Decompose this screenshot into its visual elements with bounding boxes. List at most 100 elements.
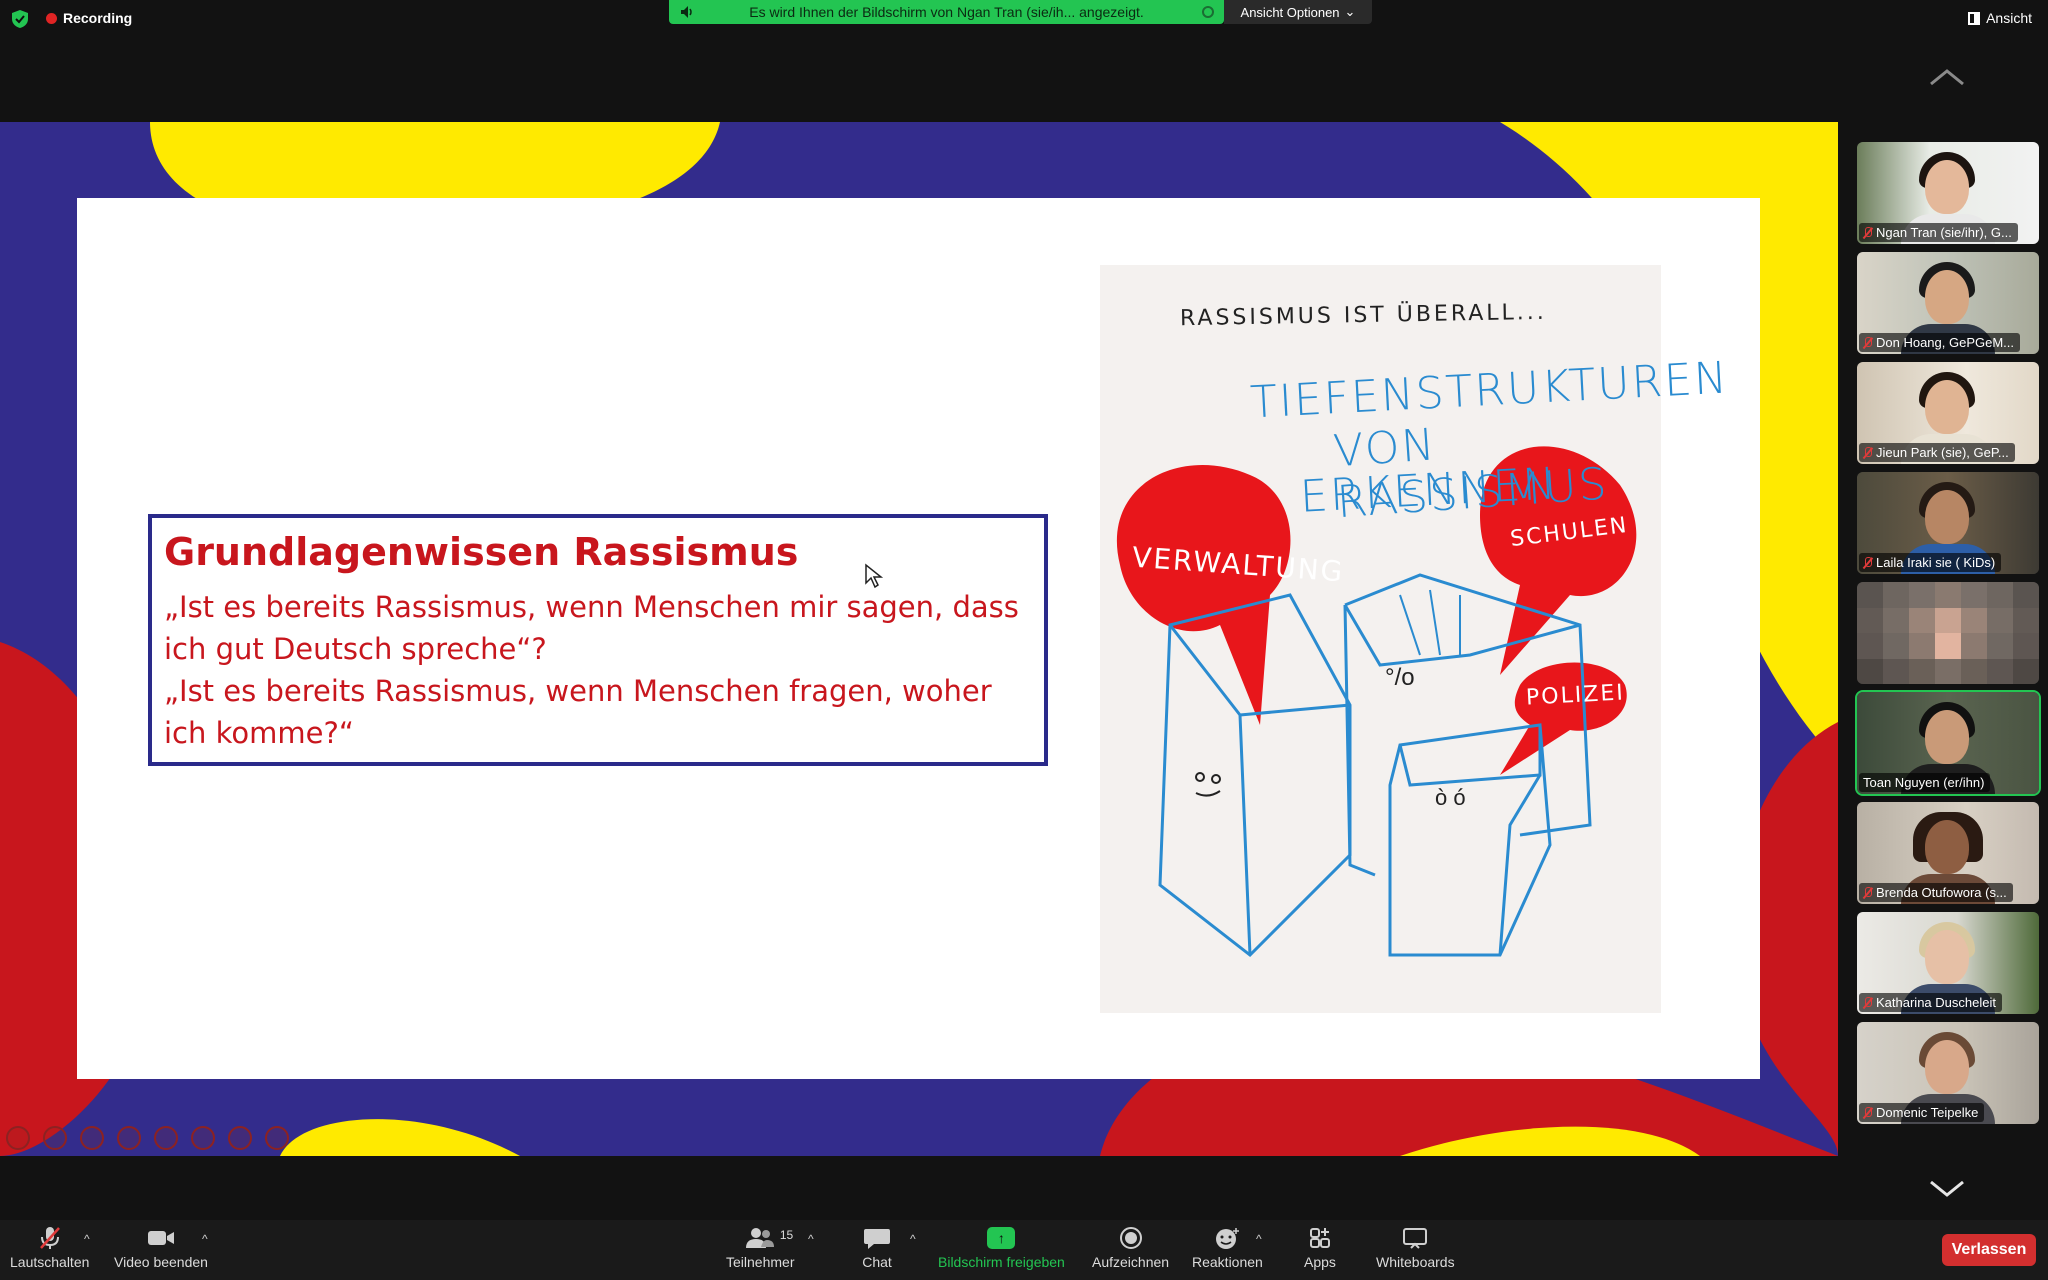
whiteboards-label: Whiteboards [1376, 1254, 1455, 1270]
encryption-shield-icon[interactable] [12, 10, 28, 28]
view-options-label: Ansicht Optionen [1240, 4, 1340, 20]
participant-tile[interactable]: Don Hoang, GePGeM... [1857, 252, 2039, 354]
unmute-label: Lautschalten [10, 1254, 90, 1270]
apps-button[interactable]: Apps [1304, 1226, 1336, 1270]
record-label: Aufzeichnen [1092, 1254, 1170, 1270]
participants-icon: 15 [745, 1226, 793, 1250]
unmute-button[interactable]: Lautschalten [10, 1226, 89, 1270]
subtitles-icon[interactable] [191, 1126, 215, 1150]
reactions-label: Reaktionen [1192, 1254, 1263, 1270]
participant-name: Laila Iraki sie ( KiDs) [1876, 555, 1996, 570]
scroll-down-icon[interactable] [1927, 1177, 1967, 1199]
zoom-icon[interactable] [154, 1126, 178, 1150]
participant-name-tag: Katharina Duscheleit [1859, 993, 2002, 1012]
view-options-dropdown[interactable]: Ansicht Optionen ⌄ [1224, 0, 1372, 24]
camera-icon[interactable] [228, 1126, 252, 1150]
participant-tile[interactable]: Brenda Otufowora (s... [1857, 802, 2039, 904]
shared-screen: Grundlagenwissen Rassismus „Ist es berei… [0, 122, 1838, 1156]
participant-name-tag: Ngan Tran (sie/ihr), G... [1859, 223, 2018, 242]
layout-icon [1968, 11, 1981, 25]
mic-muted-icon [1863, 336, 1872, 349]
participant-tile-blurred[interactable] [1857, 582, 2039, 684]
avatar [1925, 160, 1969, 214]
microphone-muted-icon [39, 1227, 60, 1249]
mic-muted-icon [1863, 1106, 1872, 1119]
apps-label: Apps [1304, 1254, 1336, 1270]
recording-dot-icon [46, 12, 57, 24]
top-bar: Recording Es wird Ihnen der Bildschirm v… [0, 0, 2048, 40]
participant-tile[interactable]: Ngan Tran (sie/ihr), G... [1857, 142, 2039, 244]
participant-tile[interactable]: Jieun Park (sie), GeP... [1857, 362, 2039, 464]
next-slide-icon[interactable] [43, 1126, 67, 1150]
leave-meeting-button[interactable]: Verlassen [1942, 1234, 2036, 1266]
participant-name: Domenic Teipelke [1876, 1105, 1979, 1120]
video-options-caret-icon[interactable]: ^ [202, 1232, 208, 1246]
avatar [1925, 820, 1969, 874]
slide-illustration: °/o ò ó RASSISMUS IST ÜBERALL... TIEFENS… [1100, 265, 1730, 1013]
stop-video-button[interactable]: Video beenden [114, 1226, 208, 1270]
chat-options-caret-icon[interactable]: ^ [910, 1232, 916, 1246]
avatar [1925, 490, 1969, 544]
participant-tile[interactable]: Laila Iraki sie ( KiDs) [1857, 472, 2039, 574]
share-screen-button[interactable]: ↑ Bildschirm freigeben [938, 1226, 1065, 1270]
more-options-icon[interactable] [265, 1126, 289, 1150]
recording-indicator[interactable]: Recording [46, 10, 132, 26]
whiteboards-button[interactable]: Whiteboards [1376, 1226, 1455, 1270]
slide-title: Grundlagenwissen Rassismus [164, 530, 799, 574]
participant-name-tag: Don Hoang, GePGeM... [1859, 333, 2021, 352]
participant-tile[interactable]: Katharina Duscheleit [1857, 912, 2039, 1014]
pen-icon[interactable] [80, 1126, 104, 1150]
participant-name-tag: Brenda Otufowora (s... [1859, 883, 2013, 902]
slides-overview-icon[interactable] [117, 1126, 141, 1150]
participant-name-tag: Domenic Teipelke [1859, 1103, 1985, 1122]
svg-text:°/o: °/o [1385, 664, 1415, 691]
participant-name: Katharina Duscheleit [1876, 995, 1996, 1010]
reactions-button[interactable]: Reaktionen [1192, 1226, 1263, 1270]
participant-name: Ngan Tran (sie/ihr), G... [1876, 225, 2012, 240]
participant-count: 15 [779, 1228, 794, 1242]
record-icon [1119, 1227, 1142, 1249]
zoom-meeting-window: Recording Es wird Ihnen der Bildschirm v… [0, 0, 2048, 1280]
reactions-options-caret-icon[interactable]: ^ [1256, 1232, 1262, 1246]
speaker-icon [681, 6, 692, 18]
share-screen-label: Bildschirm freigeben [938, 1254, 1065, 1270]
slide-quote-1: „Ist es bereits Rassismus, wenn Menschen… [164, 590, 1019, 666]
scroll-up-icon[interactable] [1927, 66, 1967, 88]
previous-slide-icon[interactable] [6, 1126, 30, 1150]
apps-icon [1309, 1228, 1330, 1248]
participants-button[interactable]: 15 Teilnehmer [726, 1226, 794, 1270]
share-banner-text: Es wird Ihnen der Bildschirm von Ngan Tr… [749, 4, 1144, 20]
slide-text-box: Grundlagenwissen Rassismus „Ist es berei… [148, 514, 1048, 766]
svg-text:ò ó: ò ó [1435, 785, 1466, 810]
participants-label: Teilnehmer [726, 1254, 795, 1270]
participant-name-tag: Jieun Park (sie), GeP... [1859, 443, 2015, 462]
record-button[interactable]: Aufzeichnen [1092, 1226, 1169, 1270]
mic-muted-icon [1863, 886, 1872, 899]
chat-icon [864, 1229, 890, 1249]
participant-name: Toan Nguyen (er/ihn) [1863, 775, 1985, 790]
share-screen-icon: ↑ [986, 1226, 1016, 1250]
participant-name: Jieun Park (sie), GeP... [1876, 445, 2009, 460]
meeting-toolbar: Lautschalten ^ Video beenden ^ 15 Teilne… [0, 1220, 2048, 1280]
mic-muted-icon [1863, 556, 1872, 569]
view-button[interactable]: Ansicht [1968, 10, 2032, 26]
participant-tile-active-speaker[interactable]: Toan Nguyen (er/ihn) [1855, 690, 2041, 796]
audio-options-caret-icon[interactable]: ^ [84, 1232, 90, 1246]
reactions-icon [1216, 1228, 1240, 1249]
avatar [1925, 270, 1969, 324]
participant-name: Brenda Otufowora (s... [1876, 885, 2007, 900]
mic-muted-icon [1863, 226, 1872, 239]
chat-button[interactable]: Chat [862, 1226, 892, 1270]
screen-share-banner: Es wird Ihnen der Bildschirm von Ngan Tr… [669, 0, 1224, 24]
slide-controls [6, 1126, 289, 1150]
participant-tile[interactable]: Domenic Teipelke [1857, 1022, 2039, 1124]
mouse-cursor-icon [865, 563, 884, 589]
chat-label: Chat [862, 1254, 892, 1270]
view-button-label: Ansicht [1986, 10, 2032, 26]
stop-video-label: Video beenden [114, 1254, 208, 1270]
chevron-down-icon: ⌄ [1344, 4, 1356, 19]
avatar [1925, 380, 1969, 434]
mic-muted-icon [1863, 446, 1872, 459]
avatar [1925, 930, 1969, 984]
participants-options-caret-icon[interactable]: ^ [808, 1232, 814, 1246]
